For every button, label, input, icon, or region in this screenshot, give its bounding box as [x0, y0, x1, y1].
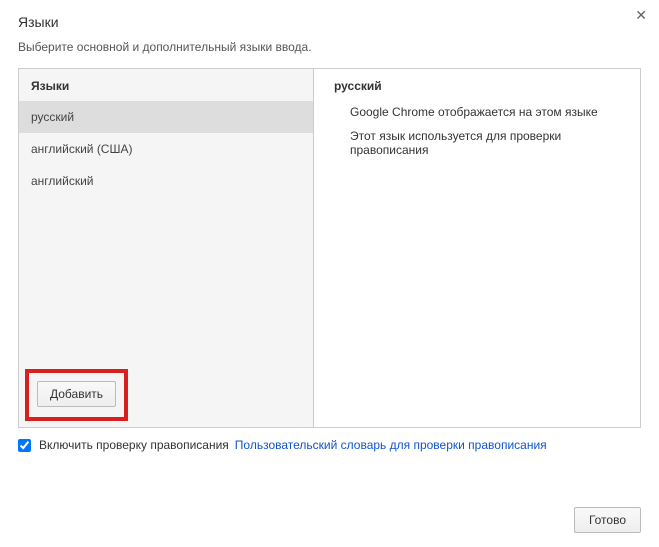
close-icon[interactable]: ✕	[635, 8, 647, 22]
languages-list: русский английский (США) английский	[19, 101, 313, 363]
selected-language-name: русский	[314, 69, 640, 101]
add-button-highlight: Добавить	[25, 369, 128, 421]
language-details-pane: русский Google Chrome отображается на эт…	[314, 69, 640, 427]
dialog-subtitle: Выберите основной и дополнительный языки…	[18, 40, 641, 54]
languages-panel: Языки русский английский (США) английски…	[18, 68, 641, 428]
spellcheck-language-info: Этот язык используется для проверки прав…	[314, 125, 640, 163]
done-row: Готово	[574, 507, 641, 533]
add-language-button[interactable]: Добавить	[37, 381, 116, 407]
spellcheck-footer: Включить проверку правописания Пользоват…	[18, 438, 641, 452]
dialog-title: Языки	[18, 14, 641, 30]
language-item[interactable]: английский (США)	[19, 133, 313, 165]
custom-dictionary-link[interactable]: Пользовательский словарь для проверки пр…	[235, 438, 547, 452]
language-item[interactable]: русский	[19, 101, 313, 133]
languages-list-header: Языки	[19, 69, 313, 101]
languages-list-pane: Языки русский английский (США) английски…	[19, 69, 314, 427]
done-button[interactable]: Готово	[574, 507, 641, 533]
language-item[interactable]: английский	[19, 165, 313, 197]
languages-dialog: ✕ Языки Выберите основной и дополнительн…	[0, 0, 659, 452]
enable-spellcheck-label: Включить проверку правописания	[39, 438, 229, 452]
enable-spellcheck-checkbox[interactable]	[18, 439, 31, 452]
display-language-info: Google Chrome отображается на этом языке	[314, 101, 640, 125]
